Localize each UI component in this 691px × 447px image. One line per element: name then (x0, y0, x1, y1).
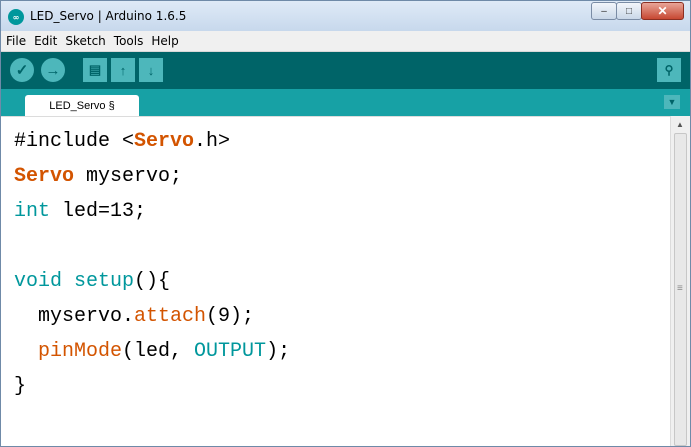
menu-sketch[interactable]: Sketch (60, 31, 108, 48)
arduino-window: ∞ LED_Servo | Arduino 1.6.5 – □ ✕ File Ed… (0, 0, 691, 447)
code-token: (9); (206, 305, 255, 328)
tab-bar: LED_Servo § ▼ (1, 89, 690, 116)
code-token: setup (74, 270, 135, 293)
menu-file[interactable]: File (1, 31, 29, 48)
code-token: (){ (134, 270, 171, 293)
code-line: } (14, 370, 26, 404)
verify-icon[interactable]: ✓ (10, 58, 34, 82)
serial-monitor-icon[interactable]: ⚲ (657, 58, 681, 82)
scrollbar-thumb[interactable]: ≡ (674, 133, 687, 446)
save-sketch-icon[interactable]: ↓ (139, 58, 163, 82)
menu-help[interactable]: Help (146, 31, 181, 48)
code-token: .h> (194, 130, 231, 153)
arduino-app-icon: ∞ (8, 9, 24, 25)
scrollbar-grip-icon: ≡ (677, 283, 683, 294)
title-bar[interactable]: ∞ LED_Servo | Arduino 1.6.5 – □ ✕ (1, 1, 690, 31)
code-line: myservo.attach(9); (14, 300, 254, 334)
upload-icon[interactable]: → (41, 58, 65, 82)
code-token: pinMode (38, 340, 123, 363)
code-line: Servo myservo; (14, 160, 182, 194)
menu-tools[interactable]: Tools (109, 31, 147, 48)
code-token: } (14, 375, 27, 398)
code-line: void setup(){ (14, 265, 170, 299)
code-editor[interactable]: #include <Servo.h> Servo myservo; int led=… (1, 116, 670, 446)
new-sketch-icon[interactable]: ▤ (83, 58, 107, 82)
code-token: (led, (122, 340, 195, 363)
menu-bar: File Edit Sketch Tools Help (1, 31, 690, 52)
code-token: #include < (14, 130, 135, 153)
window-title: LED_Servo | Arduino 1.6.5 (30, 9, 187, 23)
code-token: void (14, 270, 63, 293)
code-token: Servo (134, 130, 195, 153)
vertical-scrollbar[interactable]: ▲ ≡ (670, 116, 690, 446)
code-token: ); (266, 340, 291, 363)
code-token: attach (134, 305, 207, 328)
code-token: int (14, 200, 51, 223)
code-line: int led=13; (14, 195, 146, 229)
window-controls: – □ ✕ (591, 2, 684, 20)
menu-edit[interactable]: Edit (29, 31, 60, 48)
minimize-button[interactable]: – (591, 2, 617, 20)
maximize-button[interactable]: □ (616, 2, 642, 20)
code-token: myservo; (74, 165, 183, 188)
code-token: Servo (14, 165, 75, 188)
close-button[interactable]: ✕ (641, 2, 684, 20)
code-line: #include <Servo.h> (14, 125, 230, 159)
code-token: OUTPUT (194, 340, 267, 363)
toolbar: ✓ → ▤ ↑ ↓ ⚲ (1, 52, 690, 89)
code-token: myservo. (14, 305, 135, 328)
code-token: led=13; (50, 200, 147, 223)
open-sketch-icon[interactable]: ↑ (111, 58, 135, 82)
scroll-up-icon[interactable]: ▲ (676, 120, 684, 129)
tab-led-servo[interactable]: LED_Servo § (25, 95, 139, 116)
code-line: pinMode(led, OUTPUT); (14, 335, 290, 369)
tab-menu-icon[interactable]: ▼ (664, 95, 680, 109)
